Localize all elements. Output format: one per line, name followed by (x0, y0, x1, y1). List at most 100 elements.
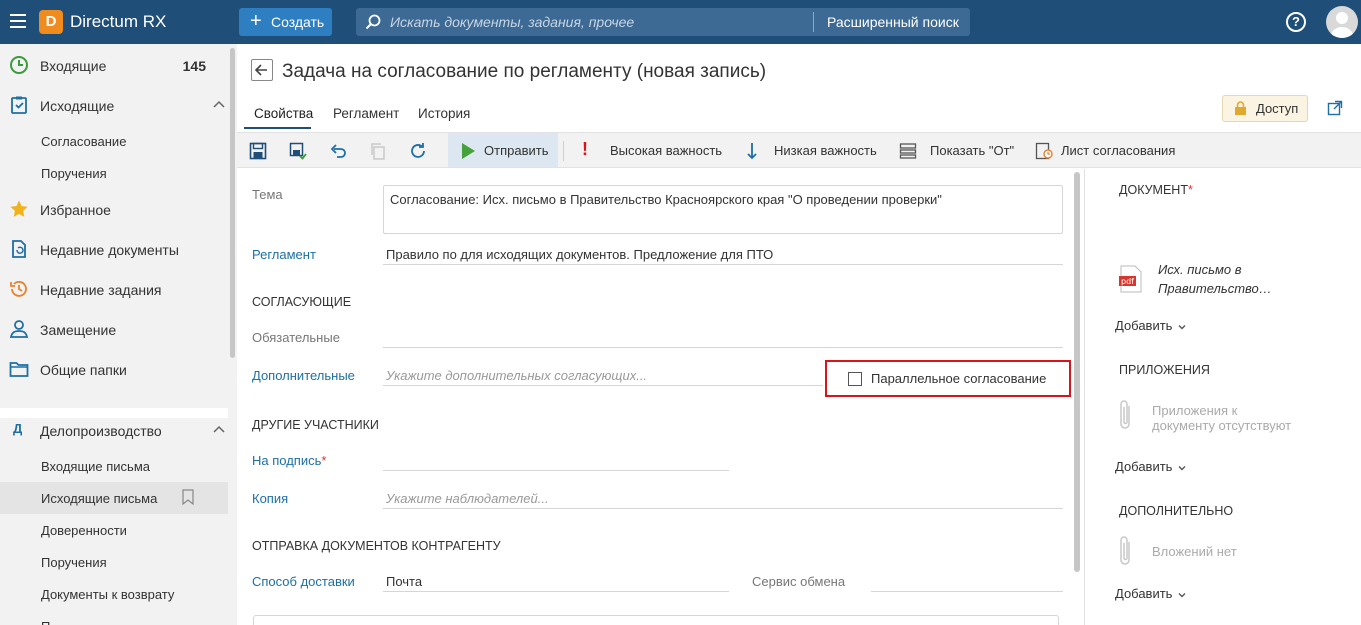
save-and-close-icon[interactable] (289, 142, 307, 160)
rule-value[interactable]: Правило по для исходящих документов. Пре… (386, 247, 773, 262)
low-importance-button[interactable]: Низкая важность (774, 143, 877, 158)
additional-approvers-label[interactable]: Дополнительные (252, 368, 355, 383)
required-mark: * (321, 453, 327, 468)
save-icon[interactable] (249, 142, 267, 160)
play-icon (462, 143, 475, 159)
tab-history[interactable]: История (418, 106, 470, 121)
signatory-label-text: На подпись (252, 453, 322, 468)
sidebar-item-favorites[interactable]: Избранное (0, 189, 228, 229)
observers-input[interactable]: Укажите наблюдателей... (386, 491, 549, 506)
tab-properties[interactable]: Свойства (254, 106, 313, 121)
sidebar-item-label: Делопроизводство (40, 423, 162, 439)
records-icon: Д (13, 421, 23, 436)
person-icon (9, 320, 29, 338)
undo-icon[interactable] (329, 142, 347, 160)
search-placeholder: Искать документы, задания, прочее (390, 14, 635, 30)
parallel-approval-checkbox[interactable] (848, 372, 862, 386)
additional-empty-text: Вложений нет (1152, 544, 1237, 559)
copy-label[interactable]: Копия (252, 491, 288, 506)
show-from-button[interactable]: Показать "От" (930, 143, 1014, 158)
exchange-service-field[interactable] (871, 591, 1063, 592)
sidebar-item-substitution[interactable]: Замещение (0, 309, 228, 349)
parallel-approval-label[interactable]: Параллельное согласование (871, 371, 1046, 386)
delivery-method-label[interactable]: Способ доставки (252, 574, 355, 589)
sidebar-item-records[interactable]: Д Делопроизводство (0, 410, 228, 450)
sidebar-subitem-label: Согласование (41, 134, 127, 149)
sidebar-item-recent-tasks[interactable]: Недавние задания (0, 269, 228, 309)
add-attachment-button[interactable]: Добавить (1115, 459, 1186, 474)
add-label: Добавить (1115, 318, 1173, 333)
sidebar-subitem-documents-to-return[interactable]: Документы к возврату (0, 578, 228, 610)
signatory-label[interactable]: На подпись* (252, 453, 326, 468)
delivery-method-value[interactable]: Почта (386, 574, 422, 589)
search-divider (813, 12, 814, 32)
required-approvers-field[interactable] (383, 347, 1063, 348)
clock-icon (10, 56, 28, 74)
sidebar-subitem-assignments-2[interactable]: Поручения (0, 546, 228, 578)
sidebar-item-inbox[interactable]: Входящие 145 (0, 45, 228, 85)
tab-rule[interactable]: Регламент (333, 106, 399, 121)
search-input[interactable]: Искать документы, задания, прочее Расшир… (356, 8, 970, 36)
attachments-empty-text: Приложения к документу отсутствуют (1152, 403, 1291, 433)
toolbar-separator (563, 141, 564, 161)
chevron-up-icon[interactable] (213, 424, 225, 436)
sidebar-subitem-truncated[interactable]: П (0, 610, 228, 625)
add-label: Добавить (1115, 586, 1173, 601)
plus-icon: + (250, 10, 262, 32)
recent-document-icon (12, 240, 26, 258)
sidebar-subitem-assignments[interactable]: Поручения (0, 157, 228, 189)
sidebar-item-label: Недавние задания (40, 282, 162, 298)
clipboard-check-icon (11, 96, 27, 114)
history-icon (10, 281, 27, 297)
sidebar-item-outbox[interactable]: Исходящие (0, 85, 228, 125)
create-button[interactable]: + Создать (239, 8, 332, 36)
rule-label[interactable]: Регламент (252, 247, 316, 262)
approval-sheet-icon (1035, 142, 1053, 160)
signatory-field[interactable] (383, 470, 729, 471)
attached-document-link[interactable]: Исх. письмо в Правительство… (1158, 260, 1272, 298)
sidebar-item-label: Общие папки (40, 362, 127, 378)
sidebar-subitem-approval[interactable]: Согласование (0, 125, 228, 157)
sidebar-item-label: Замещение (40, 322, 117, 338)
top-bar: D Directum RX + Создать Искать документы… (0, 0, 1361, 44)
sidebar-subitem-outgoing-letters[interactable]: Исходящие письма (0, 482, 228, 514)
help-icon[interactable]: ? (1286, 12, 1306, 32)
app-title[interactable]: Directum RX (70, 12, 166, 32)
approval-sheet-button[interactable]: Лист согласования (1061, 143, 1175, 158)
bottom-card (253, 615, 1059, 625)
document-name-line1: Исх. письмо в (1158, 262, 1242, 277)
sidebar-subitem-powers-of-attorney[interactable]: Доверенности (0, 514, 228, 546)
pdf-badge-text: pdf (1121, 277, 1134, 286)
parallel-approval-highlight: Параллельное согласование (825, 360, 1071, 397)
delivery-method-underline (383, 591, 729, 592)
advanced-search-link[interactable]: Расширенный поиск (827, 14, 959, 30)
sidebar: Входящие 145 Исходящие Согласование Пору… (0, 44, 237, 625)
active-tab-indicator (244, 127, 311, 129)
sidebar-item-label: Недавние документы (40, 242, 179, 258)
page-title: Задача на согласование по регламенту (но… (282, 61, 767, 82)
refresh-icon[interactable] (409, 142, 427, 160)
additional-section-title: ДОПОЛНИТЕЛЬНО (1119, 504, 1234, 518)
document-section-title-text: ДОКУМЕНТ (1119, 183, 1188, 197)
sidebar-subitem-incoming-letters[interactable]: Входящие письма (0, 450, 228, 482)
search-icon (365, 14, 381, 30)
access-button-label: Доступ (1256, 101, 1299, 116)
high-importance-button[interactable]: Высокая важность (610, 143, 722, 158)
back-button[interactable] (251, 59, 273, 81)
chevron-up-icon[interactable] (213, 99, 225, 111)
sidebar-item-recent-documents[interactable]: Недавние документы (0, 229, 228, 269)
sidebar-scrollbar[interactable] (230, 48, 235, 358)
access-button[interactable]: Доступ (1222, 95, 1308, 122)
open-in-new-window-icon[interactable] (1327, 100, 1343, 116)
add-document-button[interactable]: Добавить (1115, 318, 1186, 333)
additional-approvers-underline (383, 385, 823, 386)
main-scrollbar[interactable] (1074, 172, 1080, 572)
send-button[interactable]: Отправить (448, 133, 558, 167)
subject-field[interactable]: Согласование: Исх. письмо в Правительств… (383, 185, 1063, 234)
avatar[interactable] (1326, 6, 1358, 38)
additional-approvers-input[interactable]: Укажите дополнительных согласующих... (386, 368, 647, 383)
bookmark-icon[interactable] (182, 489, 194, 505)
menu-icon[interactable] (10, 14, 26, 28)
add-additional-button[interactable]: Добавить (1115, 586, 1186, 601)
sidebar-item-shared-folders[interactable]: Общие папки (0, 349, 228, 389)
